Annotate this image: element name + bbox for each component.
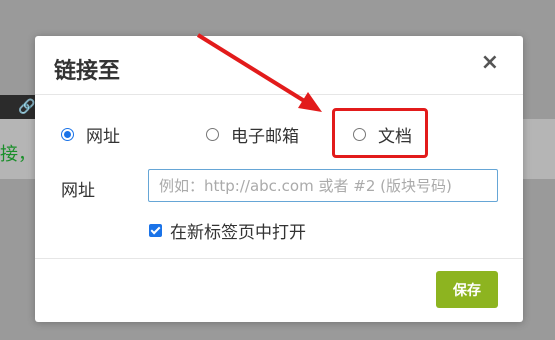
arrow-shaft <box>196 33 308 104</box>
annotation-arrow <box>196 33 322 112</box>
arrow-head <box>298 92 322 112</box>
